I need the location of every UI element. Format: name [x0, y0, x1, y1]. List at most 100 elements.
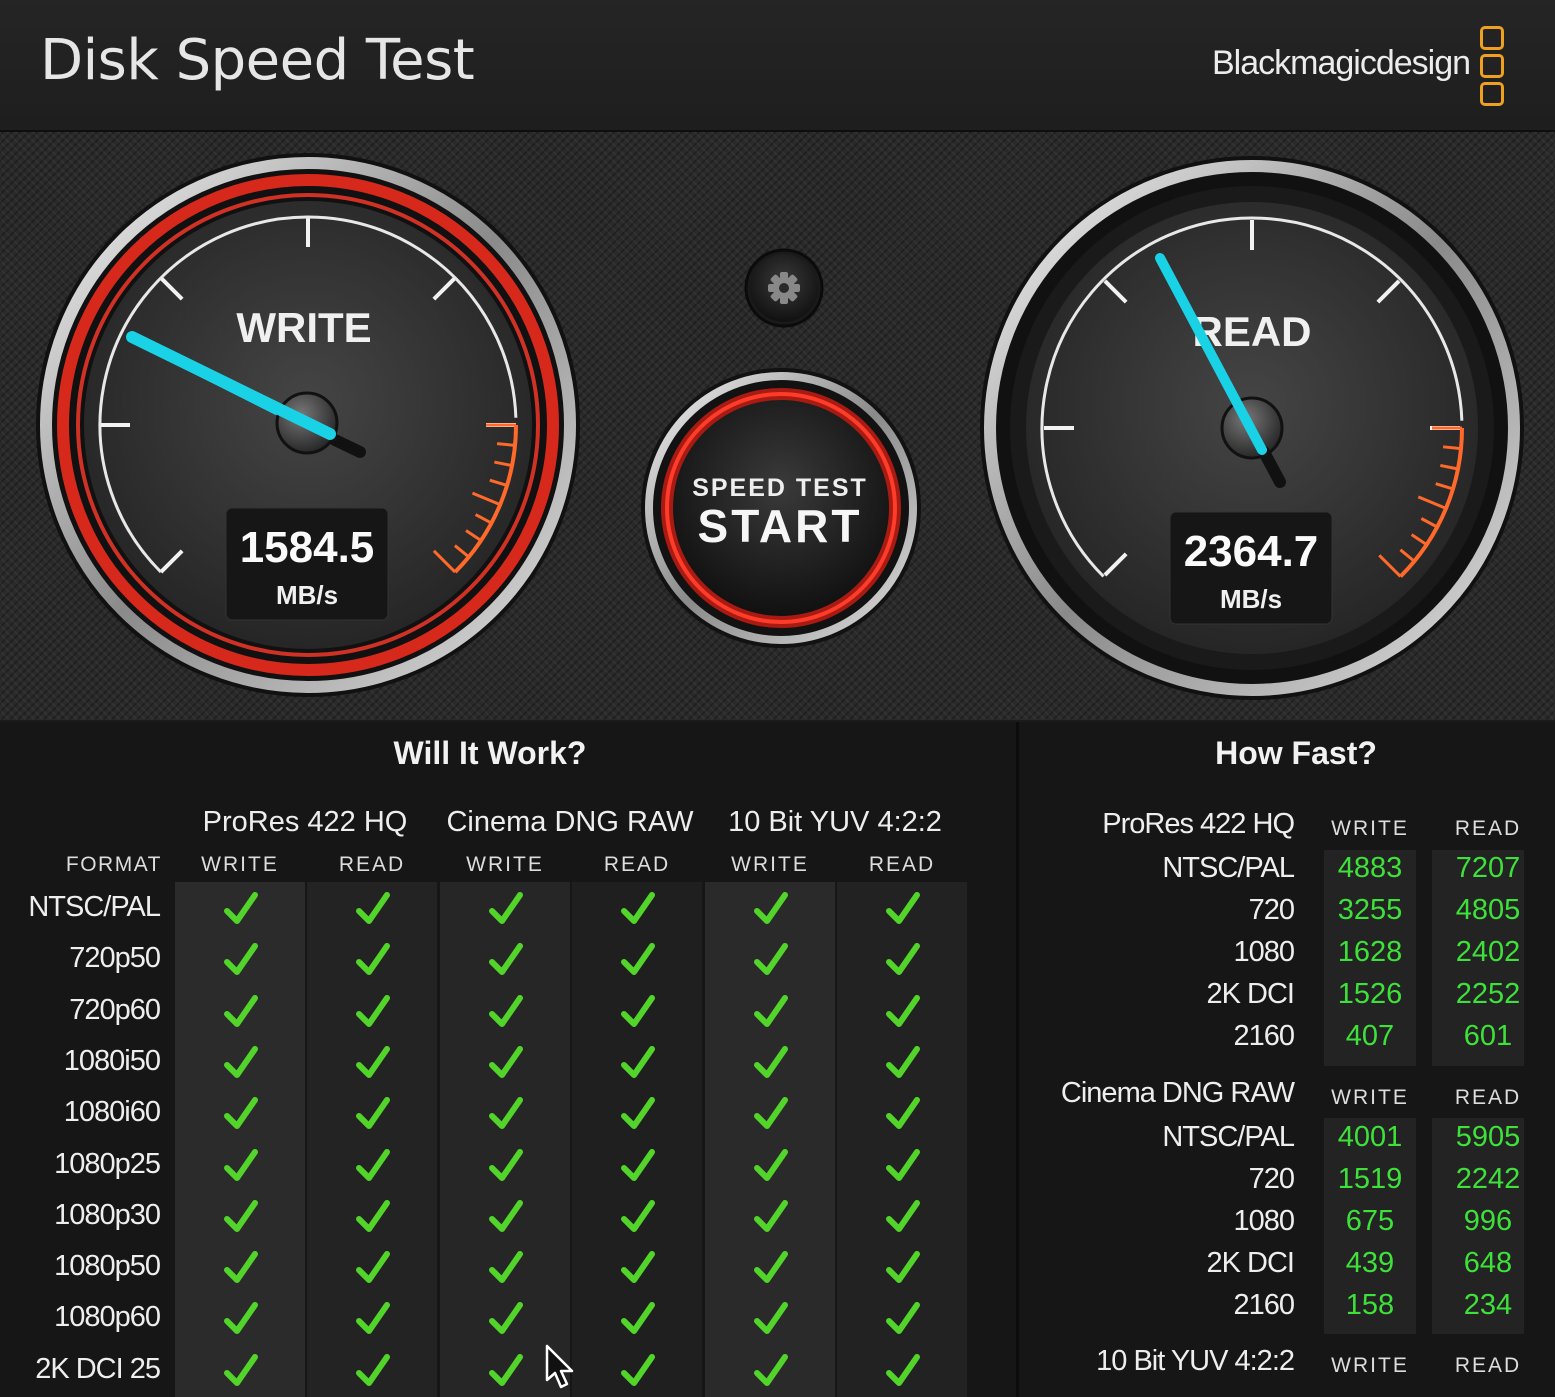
check-icon	[489, 1148, 523, 1181]
how-fast-row-label: 2K DCI	[1206, 1247, 1295, 1279]
check-icon	[754, 1148, 788, 1181]
how-fast-row-label: NTSC/PAL	[1162, 1121, 1295, 1153]
check-icon	[754, 1199, 788, 1232]
check-icon	[886, 1302, 920, 1335]
check-icon	[621, 892, 655, 924]
check-icon	[224, 892, 258, 924]
format-row-label: 720p50	[69, 942, 161, 975]
check-icon	[886, 994, 920, 1027]
check-icon	[356, 994, 390, 1027]
check-icon	[489, 1302, 523, 1335]
how-fast-title: How Fast?	[1215, 735, 1377, 771]
check-icon	[489, 943, 523, 976]
gauge-panel: WRITE 1584.5 MB/s READ 2364.7 MB/s SPEED…	[0, 132, 1555, 720]
how-fast-write-value: 1519	[1337, 1163, 1403, 1195]
read-speed-value: 2364.7	[1184, 527, 1319, 576]
format-row-label: 1080p50	[54, 1250, 161, 1283]
how-fast-read-value: 7207	[1455, 852, 1521, 884]
check-icon	[356, 1097, 390, 1130]
check-icon	[489, 1045, 523, 1078]
how-fast-read-subheader: READ	[1454, 817, 1522, 840]
title-bar: Disk Speed Test Blackmagicdesign	[0, 0, 1555, 132]
format-header: FORMAT	[65, 853, 162, 876]
how-fast-row-label: 2160	[1233, 1289, 1295, 1321]
check-icon	[224, 1353, 258, 1386]
settings-button[interactable]	[744, 248, 824, 328]
check-icon	[886, 1148, 920, 1181]
how-fast-row-label: 2K DCI	[1206, 978, 1295, 1010]
check-icon	[621, 1097, 655, 1130]
how-fast-read-value: 648	[1463, 1247, 1513, 1279]
check-icon	[754, 892, 788, 924]
how-fast-write-value: 675	[1345, 1205, 1395, 1237]
how-fast-row-label: 1080	[1233, 1205, 1295, 1237]
check-icon	[356, 943, 390, 976]
how-fast-write-value: 407	[1345, 1020, 1395, 1052]
check-icon	[489, 1097, 523, 1130]
check-icon	[356, 1199, 390, 1232]
how-fast-write-value: 4001	[1337, 1121, 1403, 1153]
check-icon	[224, 1097, 258, 1130]
how-fast-read-value: 601	[1463, 1020, 1513, 1052]
how-fast-codec-header: Cinema DNG RAW	[1060, 1077, 1295, 1109]
check-icon	[356, 1302, 390, 1335]
how-fast-codec-header: 10 Bit YUV 4:2:2	[1096, 1345, 1295, 1377]
how-fast-row-label: 1080	[1233, 936, 1295, 968]
read-speed-unit: MB/s	[1220, 584, 1282, 614]
how-fast-write-value: 1526	[1337, 978, 1403, 1010]
how-fast-read-value: 996	[1463, 1205, 1513, 1237]
check-icon	[489, 1353, 523, 1386]
write-speed-unit: MB/s	[276, 580, 338, 610]
format-row-label: 2K DCI 25	[35, 1352, 161, 1385]
write-subheader: WRITE	[201, 853, 279, 876]
how-fast-write-value: 4883	[1337, 852, 1403, 884]
check-icon	[621, 994, 655, 1027]
format-row-label: 1080p30	[54, 1198, 161, 1231]
mouse-cursor-icon	[545, 1344, 574, 1389]
how-fast-row-label: 2160	[1233, 1020, 1295, 1052]
format-row-label: 1080p60	[54, 1301, 161, 1334]
check-icon	[621, 1045, 655, 1078]
check-icon	[886, 1199, 920, 1232]
check-icon	[754, 1353, 788, 1386]
check-icon	[886, 892, 920, 924]
check-icon	[356, 1251, 390, 1284]
check-icon	[489, 994, 523, 1027]
how-fast-write-subheader: WRITE	[1331, 1086, 1409, 1109]
check-icon	[224, 943, 258, 976]
check-icon	[224, 1302, 258, 1335]
check-icon	[621, 943, 655, 976]
brand-name: Blackmagicdesign	[1212, 44, 1471, 82]
check-icon	[489, 1199, 523, 1232]
check-icon	[886, 943, 920, 976]
read-gauge: READ 2364.7 MB/s	[980, 156, 1524, 700]
how-fast-read-subheader: READ	[1454, 1086, 1522, 1109]
gauge-redline-tick	[1442, 445, 1462, 451]
app-title: Disk Speed Test	[40, 28, 475, 93]
write-speed-value: 1584.5	[240, 523, 375, 572]
how-fast-read-value: 5905	[1455, 1121, 1521, 1153]
read-subheader: READ	[868, 853, 936, 876]
check-icon	[224, 994, 258, 1027]
how-fast-write-subheader: WRITE	[1331, 1354, 1409, 1377]
check-icon	[621, 1302, 655, 1335]
check-icon	[224, 1045, 258, 1078]
how-fast-read-value: 4805	[1455, 894, 1521, 926]
speed-test-start-button[interactable]: SPEED TEST START	[641, 368, 921, 648]
write-subheader: WRITE	[731, 853, 809, 876]
check-icon	[489, 892, 523, 924]
how-fast-write-value: 3255	[1337, 894, 1403, 926]
gauge-redline-tick	[496, 442, 516, 447]
check-icon	[754, 943, 788, 976]
check-icon	[224, 1199, 258, 1232]
check-icon	[356, 1148, 390, 1181]
check-icon	[356, 892, 390, 924]
how-fast-write-value: 158	[1345, 1289, 1395, 1321]
format-row-label: 1080i60	[63, 1096, 161, 1129]
how-fast-row-label: NTSC/PAL	[1162, 852, 1295, 884]
codec-header: ProRes 422 HQ	[202, 806, 408, 838]
check-icon	[621, 1199, 655, 1232]
how-fast-read-value: 2252	[1455, 978, 1521, 1010]
write-gauge-label: WRITE	[236, 304, 371, 351]
how-fast-write-value: 1628	[1337, 936, 1403, 968]
